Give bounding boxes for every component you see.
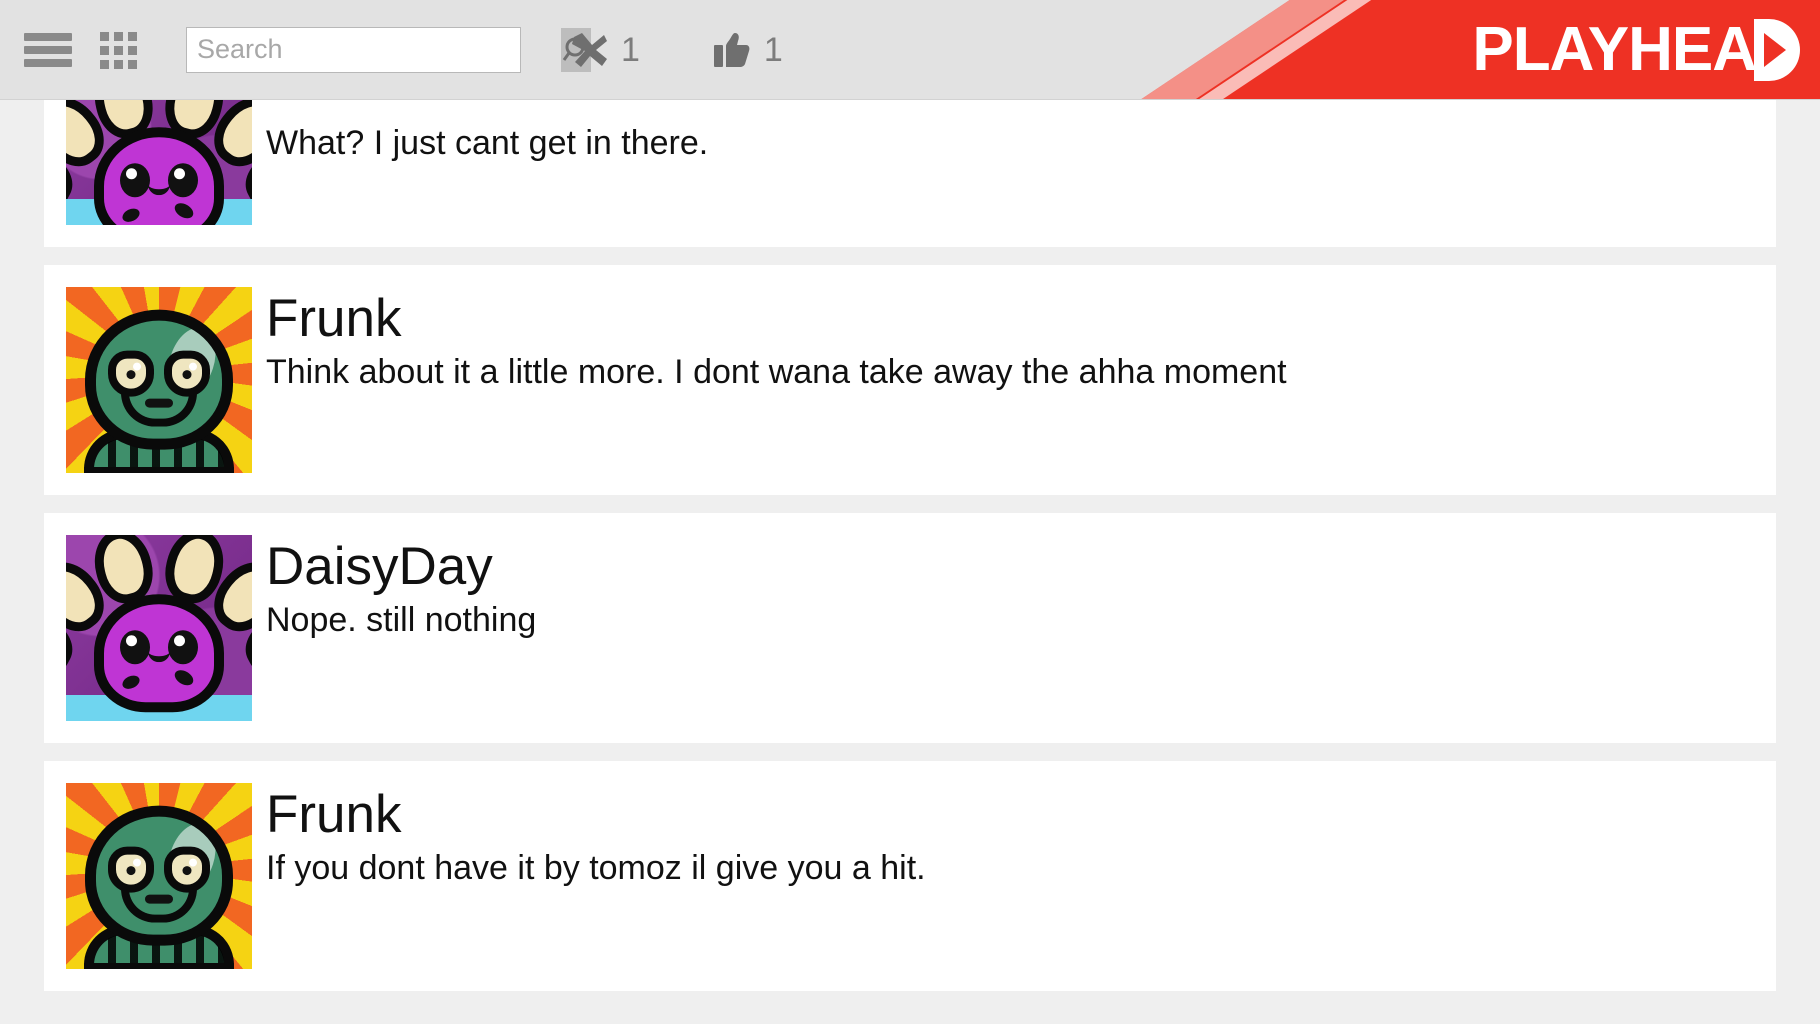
creature-head <box>85 310 233 451</box>
eye <box>168 163 198 198</box>
eye-gleam <box>189 859 197 868</box>
grid-dot <box>128 45 137 55</box>
feed-row-body: Frunk If you dont have it by tomoz il gi… <box>252 783 1776 889</box>
avatar[interactable] <box>66 783 252 969</box>
grid-dot <box>114 59 123 69</box>
eye-gleam <box>133 363 141 372</box>
grid-dot <box>114 31 123 41</box>
grid-dot <box>100 59 109 69</box>
stat-count-value: 1 <box>763 30 783 69</box>
grid-dot <box>128 59 137 69</box>
avatar[interactable] <box>66 535 252 721</box>
eye-gleam <box>133 859 141 868</box>
pupil <box>182 370 192 380</box>
top-bar: 1 1 PLAYHEA <box>0 0 1820 100</box>
stat-count-value: 1 <box>621 30 640 69</box>
feed-row[interactable]: Frunk Think about it a little more. I do… <box>44 265 1776 495</box>
grid-dot <box>114 45 123 55</box>
playhead-logo[interactable]: PLAYHEA <box>1472 14 1800 84</box>
grid-apps-icon[interactable] <box>100 31 144 69</box>
spot <box>172 200 196 222</box>
feed-row-body: Frunk Think about it a little more. I do… <box>252 287 1776 393</box>
top-bar-left-controls: 1 1 <box>0 0 853 99</box>
eye <box>108 847 154 894</box>
username: Frunk <box>266 289 402 348</box>
pupil <box>126 866 136 876</box>
eye <box>164 351 210 398</box>
pupil <box>126 370 136 380</box>
eye-gleam <box>189 363 197 372</box>
hamburger-bar <box>24 58 72 67</box>
feed-row[interactable]: What? I just cant get in there. <box>44 100 1776 247</box>
username: Frunk <box>266 785 402 844</box>
stat-crossed-count[interactable]: 1 <box>567 28 640 72</box>
search-input[interactable] <box>187 27 561 72</box>
thumbs-up-icon <box>710 28 754 72</box>
feed-row[interactable]: Frunk If you dont have it by tomoz il gi… <box>44 761 1776 991</box>
spot <box>120 672 142 692</box>
grid-dot <box>128 31 137 41</box>
creature-head <box>85 806 233 947</box>
hamburger-menu-icon[interactable] <box>24 32 72 67</box>
eye <box>164 847 210 894</box>
grid-dot <box>100 45 109 55</box>
play-triangle-icon <box>1754 18 1800 81</box>
crossed-x-icon <box>567 28 611 72</box>
avatar[interactable] <box>66 100 252 225</box>
eye <box>108 351 154 398</box>
mouth <box>148 177 170 196</box>
mouth <box>148 644 170 662</box>
message-text: What? I just cant get in there. <box>266 124 709 162</box>
message-feed: What? I just cant get in there. Frunk Th… <box>0 100 1820 1024</box>
eye <box>120 163 150 198</box>
avatar[interactable] <box>66 287 252 473</box>
logo-wordmark: PLAYHEA <box>1472 14 1757 84</box>
creature-head <box>94 593 224 712</box>
message-text: Think about it a little more. I dont wan… <box>266 352 1287 391</box>
mouth <box>121 889 197 924</box>
message-text: If you dont have it by tomoz il give you… <box>266 848 926 887</box>
feed-row[interactable]: DaisyDay Nope. still nothing <box>44 513 1776 743</box>
feed-row-body: DaisyDay Nope. still nothing <box>252 535 1776 641</box>
message-text: Nope. still nothing <box>266 600 537 639</box>
pupil <box>182 866 192 876</box>
username: DaisyDay <box>266 537 493 596</box>
eye <box>168 629 198 664</box>
spot <box>120 205 142 225</box>
eye <box>120 629 150 664</box>
stat-likes-count[interactable]: 1 <box>710 28 783 72</box>
hamburger-bar <box>24 32 72 41</box>
mouth <box>121 393 197 428</box>
spot <box>172 666 196 689</box>
feed-row-body: What? I just cant get in there. <box>252 100 1776 165</box>
search-box[interactable] <box>186 26 591 73</box>
hamburger-bar <box>24 45 72 54</box>
grid-dot <box>100 31 109 41</box>
